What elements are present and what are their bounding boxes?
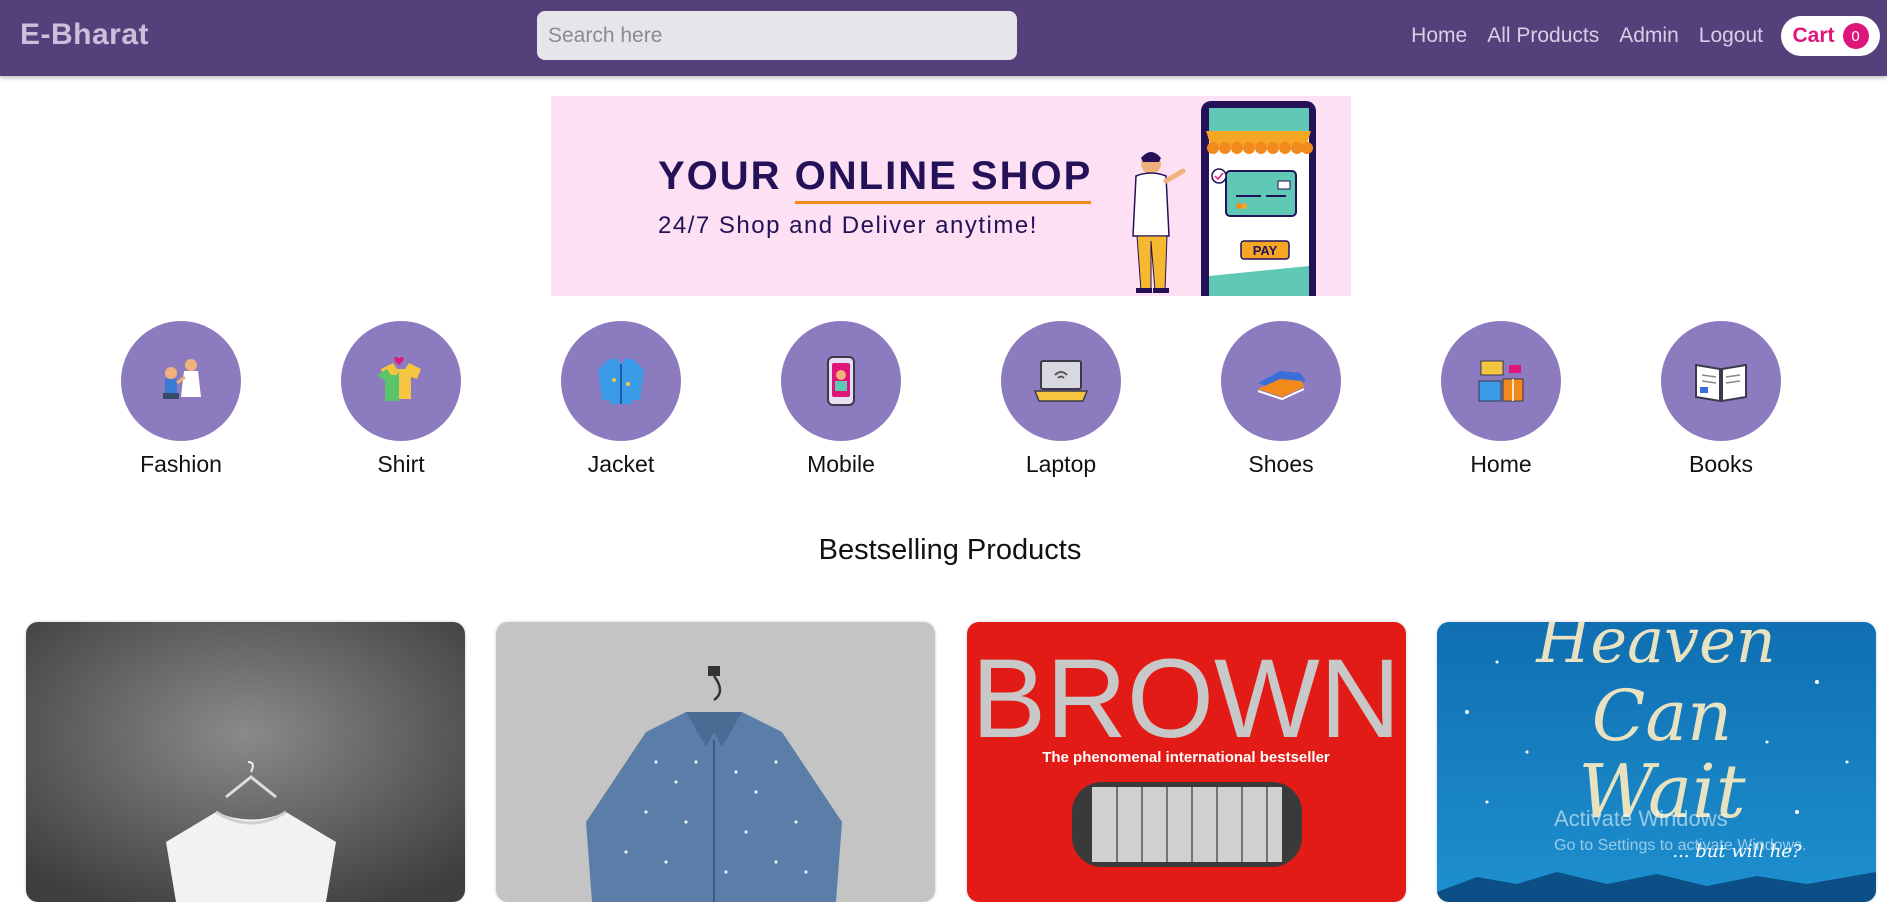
category-label: Home bbox=[1470, 451, 1532, 477]
brand-logo[interactable]: E-Bharat bbox=[20, 18, 149, 52]
product-image-denim-shirt bbox=[496, 622, 935, 902]
category-shirt[interactable]: Shirt bbox=[331, 321, 471, 478]
category-label: Mobile bbox=[807, 451, 875, 477]
hero-subtitle: 24/7 Shop and Deliver anytime! bbox=[658, 212, 1038, 239]
category-circle bbox=[1661, 321, 1781, 441]
hero-title-underline bbox=[795, 201, 1091, 204]
category-label: Books bbox=[1689, 451, 1753, 477]
tshirt-icon bbox=[377, 356, 421, 401]
category-label: Fashion bbox=[140, 451, 222, 477]
product-card-book-brown[interactable]: BROWN The phenomenal international bests… bbox=[967, 622, 1406, 902]
book-tagline-text: The phenomenal international bestseller bbox=[1042, 749, 1330, 766]
nav-link-admin[interactable]: Admin bbox=[1619, 24, 1679, 48]
product-image-book-cover-red: BROWN The phenomenal international bests… bbox=[967, 622, 1406, 902]
category-circle bbox=[1001, 321, 1121, 441]
pay-label: PAY bbox=[1253, 243, 1278, 258]
category-mobile[interactable]: Mobile bbox=[771, 321, 911, 478]
category-shoes[interactable]: Shoes bbox=[1211, 321, 1351, 478]
category-label: Laptop bbox=[1025, 451, 1097, 477]
jacket-icon bbox=[598, 358, 644, 404]
category-home[interactable]: Home bbox=[1431, 321, 1571, 478]
search-input[interactable] bbox=[537, 11, 1017, 60]
nav-links: Home All Products Admin Logout bbox=[1411, 24, 1763, 48]
product-card-denim-shirt[interactable] bbox=[496, 622, 935, 902]
os-activation-watermark: Activate Windows bbox=[1554, 806, 1728, 831]
product-card-tshirt[interactable] bbox=[26, 622, 465, 902]
cart-label: Cart bbox=[1792, 24, 1835, 47]
navbar: E-Bharat Home All Products Admin Logout … bbox=[0, 0, 1887, 76]
nav-link-home[interactable]: Home bbox=[1411, 24, 1467, 48]
product-image-white-tshirt bbox=[26, 622, 465, 902]
category-bar: Fashion Shirt Jacket Mobile Laptop Shoes… bbox=[0, 321, 1887, 481]
furniture-icon bbox=[1478, 360, 1524, 402]
category-fashion[interactable]: Fashion bbox=[111, 321, 251, 478]
nav-link-logout[interactable]: Logout bbox=[1699, 24, 1763, 48]
product-card-book-heaven[interactable]: Heaven Can Wait ... but will he? bbox=[1437, 622, 1876, 902]
nav-link-all-products[interactable]: All Products bbox=[1487, 24, 1599, 48]
cart-count-badge: 0 bbox=[1842, 23, 1869, 49]
category-label: Jacket bbox=[587, 451, 655, 477]
category-laptop[interactable]: Laptop bbox=[991, 321, 1131, 478]
category-circle bbox=[1221, 321, 1341, 441]
shopping-phone-illustration: PAY bbox=[1132, 101, 1316, 296]
os-activation-watermark-sub: Go to Settings to activate Windows. bbox=[1554, 837, 1807, 854]
cart-button[interactable]: Cart 0 bbox=[1781, 16, 1880, 56]
hero-banner[interactable]: YOUR ONLINE SHOP 24/7 Shop and Deliver a… bbox=[551, 96, 1351, 296]
hero-title: YOUR ONLINE SHOP bbox=[658, 154, 1093, 198]
product-image-book-cover-blue: Heaven Can Wait ... but will he? bbox=[1437, 622, 1876, 902]
category-circle bbox=[121, 321, 241, 441]
category-circle bbox=[341, 321, 461, 441]
laptop-icon bbox=[1033, 360, 1089, 402]
book-icon bbox=[1695, 363, 1747, 403]
category-circle bbox=[1441, 321, 1561, 441]
category-circle bbox=[781, 321, 901, 441]
book-title-line2: Can bbox=[1592, 675, 1732, 757]
shoes-icon bbox=[1257, 371, 1306, 401]
category-circle bbox=[561, 321, 681, 441]
category-jacket[interactable]: Jacket bbox=[551, 321, 691, 478]
category-label: Shoes bbox=[1248, 451, 1314, 477]
mobile-icon bbox=[827, 356, 855, 406]
category-books[interactable]: Books bbox=[1651, 321, 1791, 478]
couple-icon bbox=[163, 359, 201, 399]
category-label: Shirt bbox=[377, 451, 425, 477]
book-title-line1: Heaven bbox=[1535, 622, 1775, 677]
book-author-text: BROWN bbox=[971, 636, 1400, 761]
section-title: Bestselling Products bbox=[818, 534, 1082, 566]
